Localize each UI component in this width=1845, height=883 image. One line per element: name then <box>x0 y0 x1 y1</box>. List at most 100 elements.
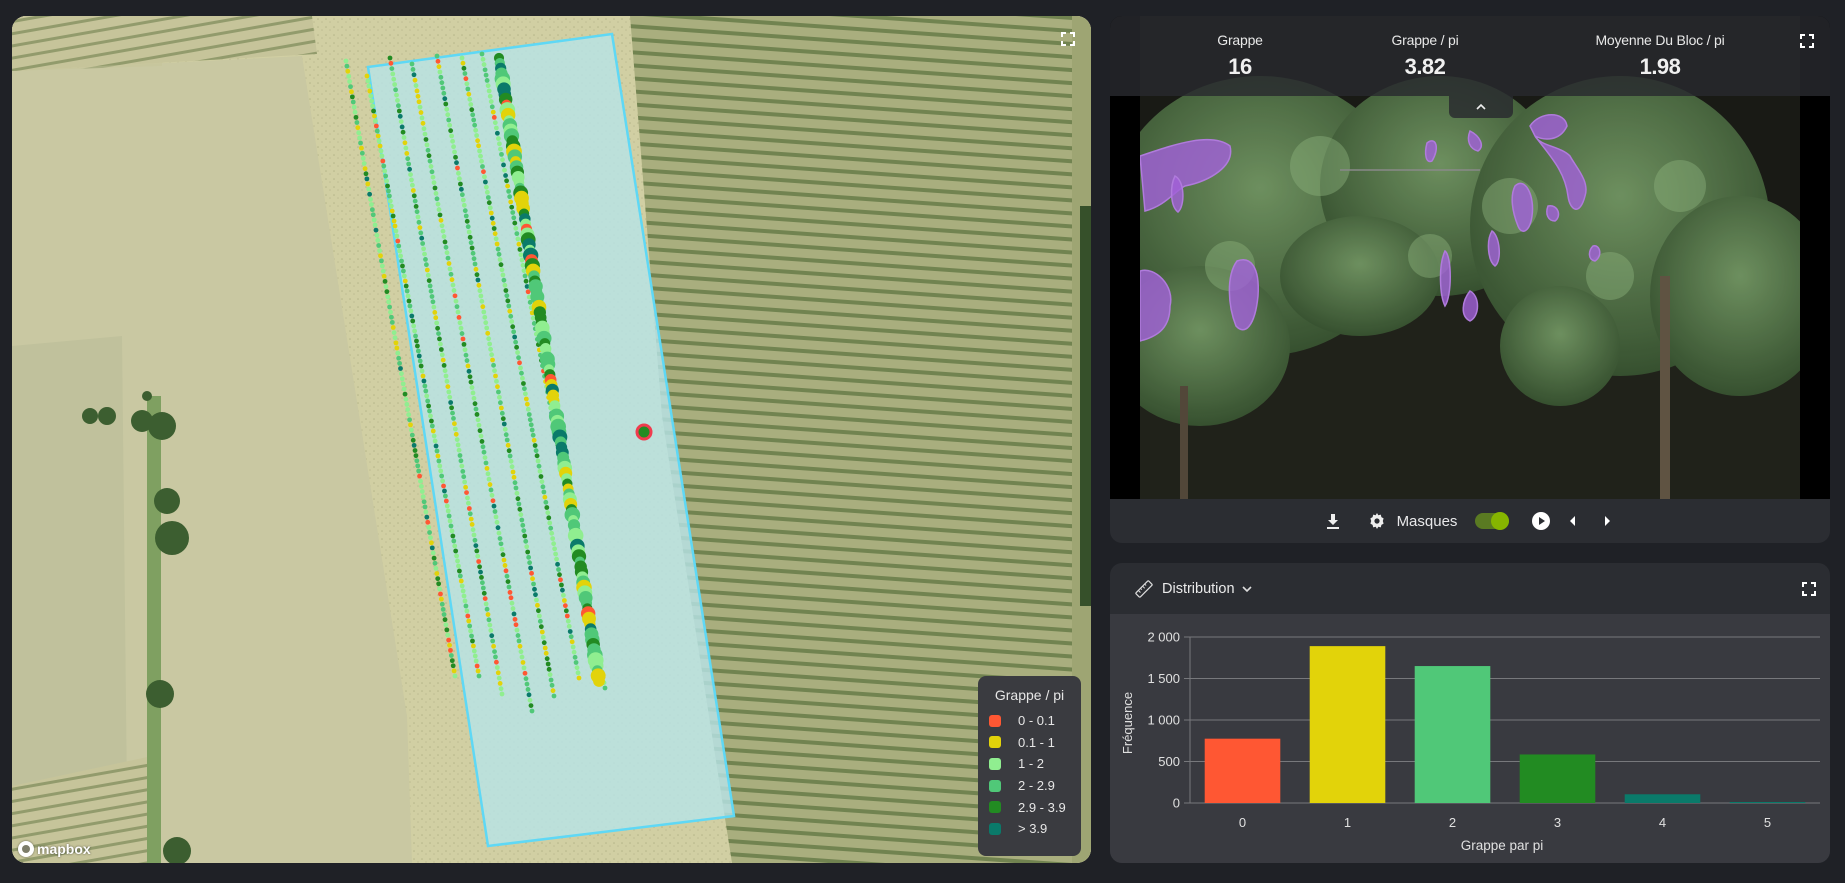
detection-point[interactable] <box>428 288 434 294</box>
detection-point[interactable] <box>508 595 514 601</box>
detection-point[interactable] <box>453 154 458 160</box>
detection-point[interactable] <box>519 517 525 523</box>
detection-point[interactable] <box>447 394 453 400</box>
detection-point[interactable] <box>475 277 481 283</box>
detection-point[interactable] <box>388 203 394 209</box>
detection-point[interactable] <box>466 229 472 235</box>
detection-point[interactable] <box>421 246 426 252</box>
detection-point[interactable] <box>504 573 510 579</box>
detection-point[interactable] <box>462 479 468 485</box>
detection-point[interactable] <box>497 681 503 686</box>
detection-point[interactable] <box>392 335 398 341</box>
detection-point[interactable] <box>410 66 416 72</box>
detection-point[interactable] <box>526 692 532 698</box>
detection-point[interactable] <box>374 232 380 238</box>
detection-point[interactable] <box>394 233 400 239</box>
detection-point[interactable] <box>520 522 526 528</box>
previous-button[interactable] <box>1563 511 1583 531</box>
detection-point[interactable] <box>451 288 457 293</box>
detection-point[interactable] <box>443 493 448 499</box>
detection-point[interactable] <box>464 358 470 363</box>
detection-point[interactable] <box>506 303 512 309</box>
detection-point[interactable] <box>467 234 473 240</box>
detection-point[interactable] <box>530 432 536 438</box>
detection-point[interactable] <box>496 136 501 141</box>
detection-point[interactable] <box>467 96 473 102</box>
detection-point[interactable] <box>472 653 478 659</box>
detection-point[interactable] <box>540 634 546 640</box>
detection-point[interactable] <box>396 103 401 109</box>
detection-point[interactable] <box>552 546 558 552</box>
detection-point[interactable] <box>425 519 431 525</box>
detection-point[interactable] <box>491 115 497 120</box>
detection-point[interactable] <box>501 557 507 563</box>
bar-5[interactable] <box>1729 802 1806 804</box>
detection-point[interactable] <box>494 378 499 384</box>
detection-point[interactable] <box>452 426 458 432</box>
detection-point[interactable] <box>485 471 491 477</box>
detection-point[interactable] <box>443 622 449 628</box>
detection-point[interactable] <box>411 442 417 448</box>
detection-point[interactable] <box>415 343 420 349</box>
detection-point[interactable] <box>536 463 542 469</box>
detection-point[interactable] <box>413 83 419 88</box>
detection-point[interactable] <box>443 244 449 250</box>
detection-point[interactable] <box>538 474 544 479</box>
detection-point[interactable] <box>514 490 520 496</box>
detection-point[interactable] <box>425 147 431 153</box>
detection-point[interactable] <box>543 650 549 656</box>
detection-point[interactable] <box>545 510 551 516</box>
detection-point[interactable] <box>393 87 398 93</box>
detection-point[interactable] <box>560 587 565 593</box>
detection-point[interactable] <box>457 176 462 182</box>
detection-point[interactable] <box>544 656 550 662</box>
detection-point[interactable] <box>414 88 420 94</box>
detection-point[interactable] <box>435 453 441 459</box>
detection-point[interactable] <box>434 196 440 202</box>
detection-point[interactable] <box>483 179 488 185</box>
detection-point[interactable] <box>558 577 563 583</box>
detection-point[interactable] <box>406 412 412 418</box>
detection-point[interactable] <box>415 348 421 354</box>
detection-point[interactable] <box>486 476 492 482</box>
detection-point[interactable] <box>527 697 533 703</box>
detection-point[interactable] <box>449 277 455 283</box>
detection-point[interactable] <box>528 565 533 571</box>
detection-point[interactable] <box>528 703 534 709</box>
detection-point[interactable] <box>426 278 432 283</box>
detection-point[interactable] <box>428 540 434 546</box>
detection-point[interactable] <box>375 133 381 139</box>
detection-point[interactable] <box>348 84 353 90</box>
detection-point[interactable] <box>465 363 471 369</box>
detection-point[interactable] <box>430 428 436 434</box>
detection-point[interactable] <box>562 603 568 609</box>
detection-point[interactable] <box>497 257 503 262</box>
detection-point[interactable] <box>489 215 495 221</box>
detection-point[interactable] <box>366 186 372 192</box>
detection-point[interactable] <box>571 649 577 655</box>
detection-point[interactable] <box>473 127 479 133</box>
detection-point[interactable] <box>462 598 468 604</box>
bar-3[interactable] <box>1519 754 1596 803</box>
detection-point[interactable] <box>355 125 361 131</box>
detection-point[interactable] <box>488 99 494 104</box>
detection-point[interactable] <box>513 485 519 491</box>
detection-point[interactable] <box>482 174 487 180</box>
detection-point[interactable] <box>438 596 444 602</box>
detection-point[interactable] <box>492 368 497 374</box>
detection-point[interactable] <box>520 262 526 268</box>
detection-point[interactable] <box>534 597 539 603</box>
detection-point[interactable] <box>507 194 513 200</box>
detection-point[interactable] <box>453 548 459 554</box>
detection-point[interactable] <box>376 138 382 144</box>
bar-2[interactable] <box>1414 666 1491 803</box>
detection-point[interactable] <box>449 133 455 139</box>
detection-point[interactable] <box>414 209 420 215</box>
detection-point[interactable] <box>480 585 486 591</box>
detection-point[interactable] <box>473 406 479 412</box>
detection-point[interactable] <box>523 538 529 544</box>
detection-point[interactable] <box>510 324 516 330</box>
detection-point[interactable] <box>471 256 477 262</box>
detection-point[interactable] <box>537 468 543 474</box>
detection-point[interactable] <box>387 55 393 61</box>
